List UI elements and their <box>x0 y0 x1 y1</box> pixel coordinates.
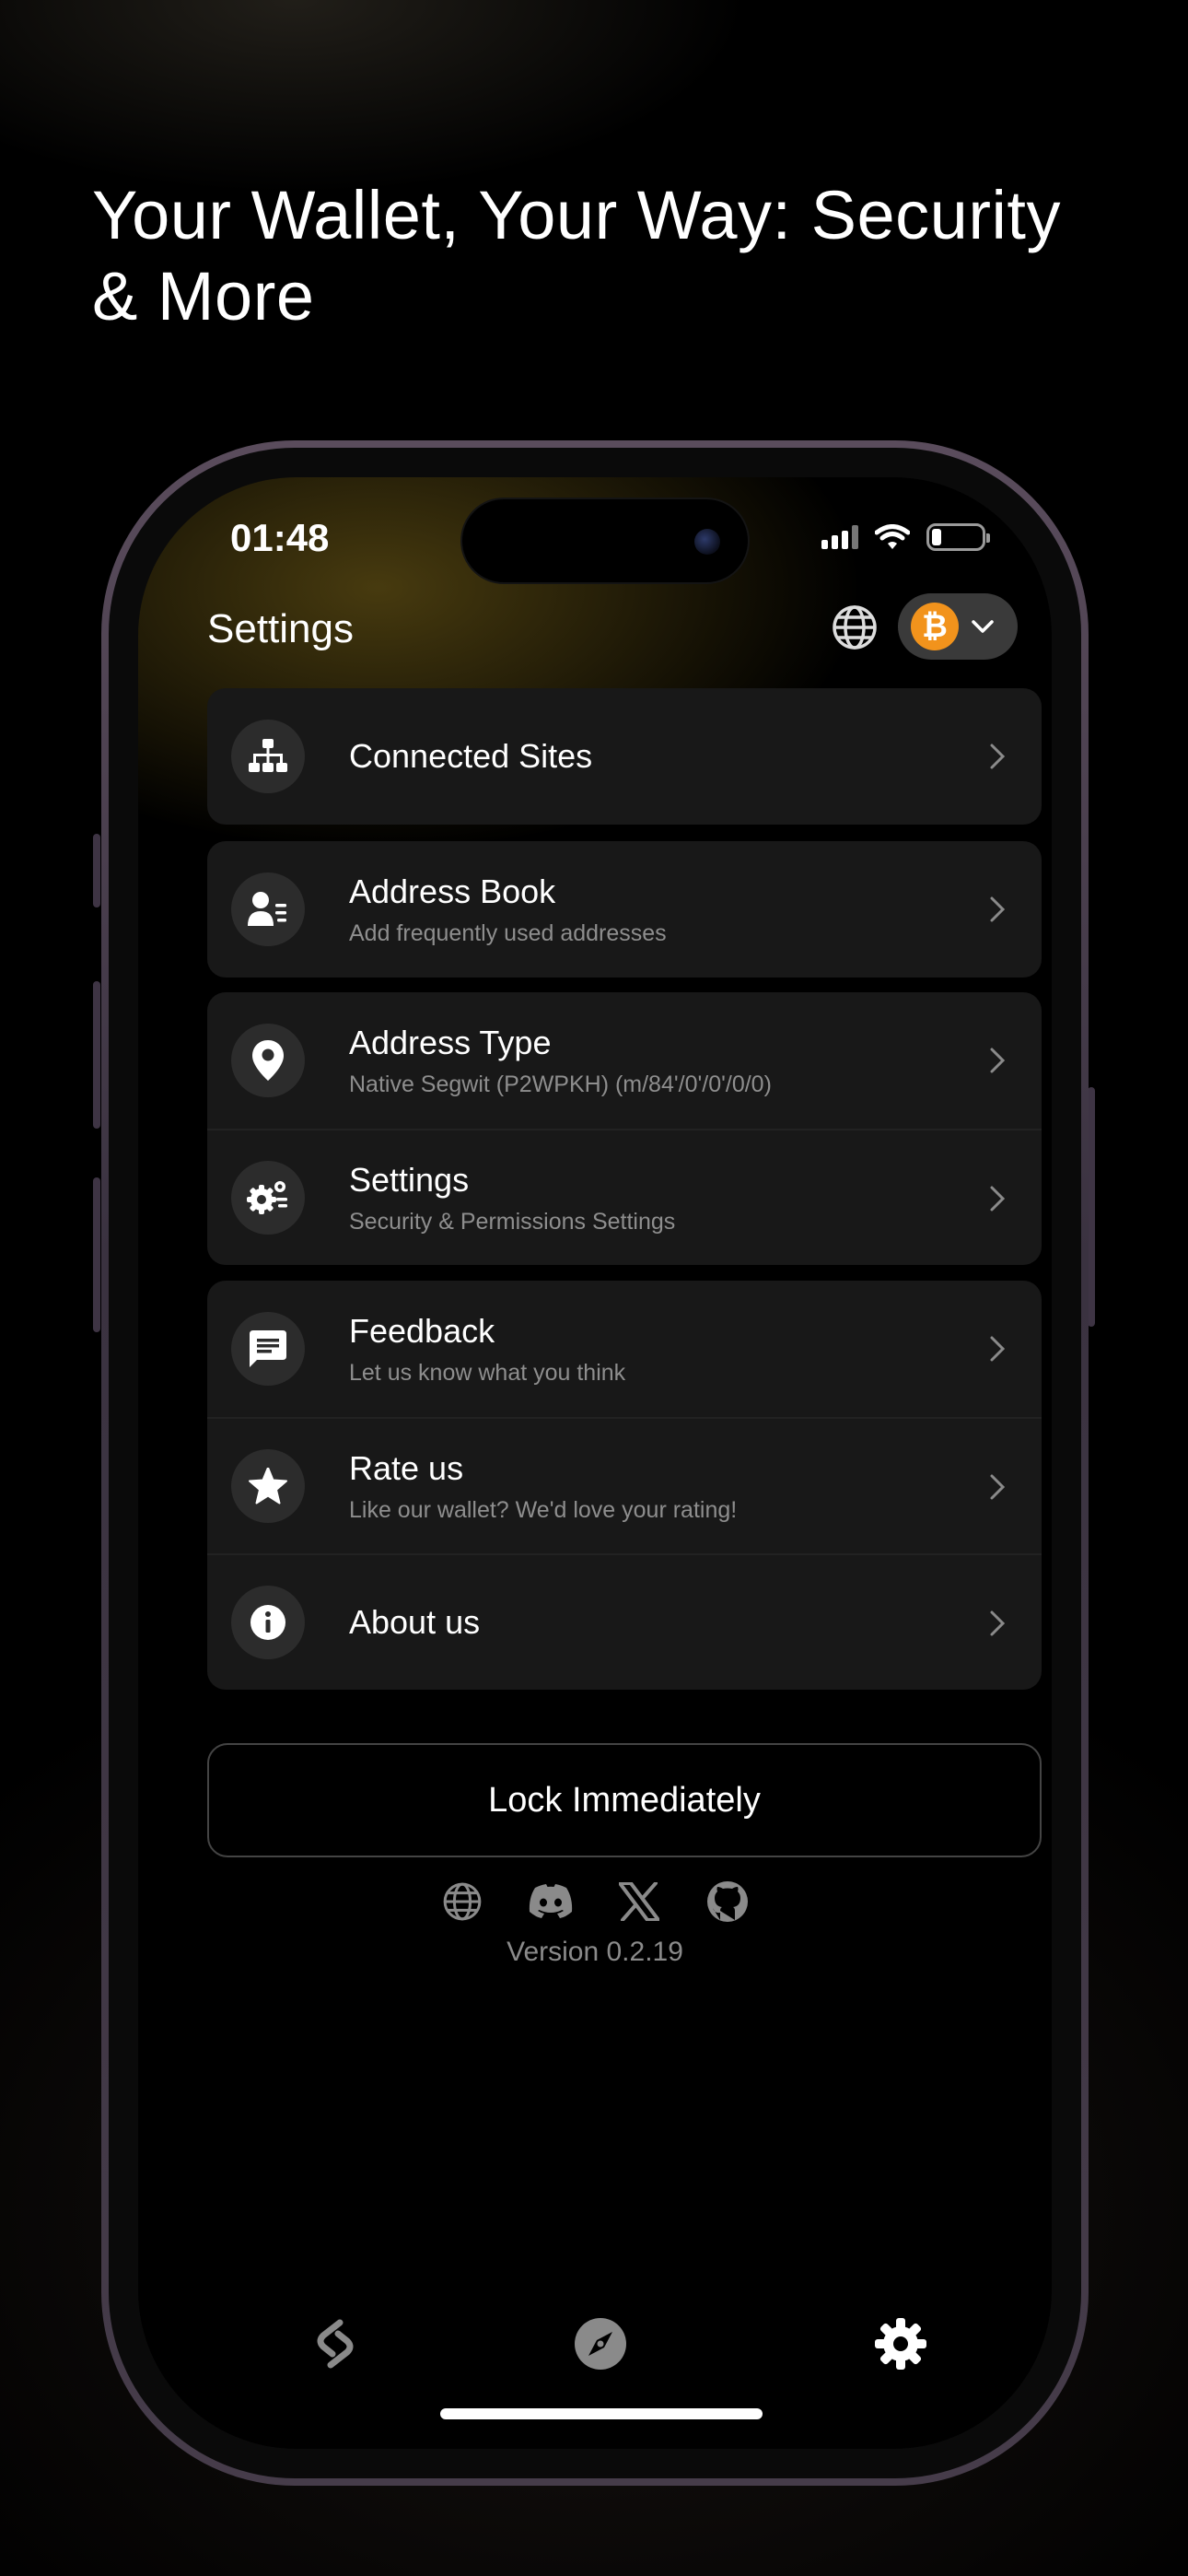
dynamic-island <box>460 498 750 584</box>
side-button-volume-up <box>93 981 100 1129</box>
page-title: Settings <box>207 606 354 651</box>
status-icons <box>821 523 990 551</box>
chevron-right-icon <box>990 744 1006 769</box>
wallet-tab-icon <box>317 2319 354 2369</box>
social-links <box>138 1878 1052 1926</box>
bottom-tab-bar <box>138 2311 1052 2384</box>
wifi-icon <box>875 524 910 549</box>
row-title: Feedback <box>349 1311 495 1350</box>
row-subtitle: Native Segwit (P2WPKH) (m/84'/0'/0'/0/0) <box>349 1071 772 1097</box>
x-link[interactable] <box>615 1878 663 1926</box>
chain-selector-button[interactable]: ₿ <box>898 593 1018 660</box>
info-icon <box>250 1605 285 1640</box>
discord-icon <box>529 1884 573 1918</box>
chevron-down-icon <box>972 620 994 633</box>
chevron-right-icon <box>990 1610 1006 1636</box>
camera-icon <box>694 529 720 555</box>
signal-icon <box>821 525 858 549</box>
settings-gear-icon <box>875 2318 926 2370</box>
chevron-right-icon <box>990 1048 1006 1073</box>
lock-immediately-button[interactable]: Lock Immediately <box>207 1743 1042 1857</box>
settings-group-1: Connected Sites <box>207 688 1042 825</box>
marketing-headline: Your Wallet, Your Way: Security & More <box>92 177 1061 334</box>
row-title: Address Book <box>349 872 556 910</box>
chevron-right-icon <box>990 1186 1006 1212</box>
star-icon <box>249 1468 287 1505</box>
settings-group-3: Address Type Native Segwit (P2WPKH) (m/8… <box>207 992 1042 1265</box>
bitcoin-icon: ₿ <box>911 603 959 650</box>
sitemap-icon <box>249 739 287 772</box>
location-pin-icon <box>252 1040 284 1081</box>
tab-explore[interactable] <box>567 2311 634 2377</box>
row-security-settings[interactable]: Settings Security & Permissions Settings <box>207 1129 1042 1265</box>
row-title: Address Type <box>349 1023 552 1061</box>
row-about-us[interactable]: About us <box>207 1553 1042 1690</box>
tab-settings[interactable] <box>868 2311 934 2377</box>
settings-group-2: Address Book Add frequently used address… <box>207 841 1042 978</box>
phone-bezel: 01:48 Settings ₿ Connected Sites Address… <box>109 448 1081 2478</box>
chevron-right-icon <box>990 896 1006 922</box>
github-link[interactable] <box>704 1878 751 1926</box>
row-title: Connected Sites <box>349 737 593 775</box>
chat-bubble-icon <box>250 1330 286 1367</box>
side-button-volume-down <box>93 1177 100 1332</box>
row-connected-sites[interactable]: Connected Sites <box>207 688 1042 825</box>
row-subtitle: Let us know what you think <box>349 1359 626 1386</box>
row-title: About us <box>349 1603 481 1641</box>
app-screen: 01:48 Settings ₿ Connected Sites Address… <box>138 477 1052 2449</box>
row-address-type[interactable]: Address Type Native Segwit (P2WPKH) (m/8… <box>207 992 1042 1129</box>
home-indicator <box>440 2408 763 2419</box>
chevron-right-icon <box>990 1474 1006 1500</box>
row-subtitle: Like our wallet? We'd love your rating! <box>349 1496 738 1523</box>
discord-link[interactable] <box>527 1878 575 1926</box>
row-title: Rate us <box>349 1448 464 1487</box>
row-rate-us[interactable]: Rate us Like our wallet? We'd love your … <box>207 1417 1042 1553</box>
globe-icon <box>833 605 877 650</box>
gears-icon <box>247 1181 287 1214</box>
language-globe-button[interactable] <box>829 602 880 653</box>
tab-wallet[interactable] <box>302 2311 368 2377</box>
status-time: 01:48 <box>230 516 330 559</box>
website-link[interactable] <box>438 1878 486 1926</box>
row-subtitle: Security & Permissions Settings <box>349 1208 676 1235</box>
explore-compass-icon <box>575 2318 626 2370</box>
globe-icon <box>443 1882 482 1921</box>
row-address-book[interactable]: Address Book Add frequently used address… <box>207 841 1042 978</box>
x-icon <box>619 1882 659 1921</box>
battery-icon <box>926 523 990 551</box>
chevron-right-icon <box>990 1336 1006 1362</box>
row-feedback[interactable]: Feedback Let us know what you think <box>207 1281 1042 1417</box>
side-button-action <box>93 834 100 907</box>
contact-book-icon <box>248 892 286 926</box>
row-title: Settings <box>349 1160 470 1199</box>
app-version: Version 0.2.19 <box>507 1937 683 1967</box>
phone-frame: 01:48 Settings ₿ Connected Sites Address… <box>101 440 1089 2486</box>
settings-group-4: Feedback Let us know what you think Rate… <box>207 1281 1042 1690</box>
row-subtitle: Add frequently used addresses <box>349 919 667 946</box>
side-button-power <box>1088 1087 1095 1327</box>
github-icon <box>707 1881 748 1922</box>
